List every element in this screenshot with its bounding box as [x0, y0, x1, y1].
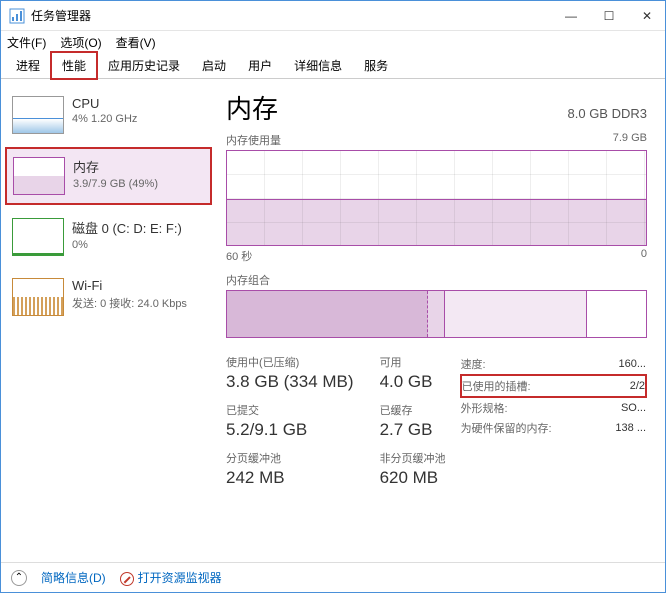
resmon-link[interactable]: 打开资源监视器: [120, 569, 222, 586]
usage-chart-label: 内存使用量: [226, 132, 281, 148]
resmon-label[interactable]: 打开资源监视器: [138, 571, 222, 585]
stat-committed-label: 已提交: [226, 402, 354, 418]
memory-thumb-icon: [13, 157, 65, 195]
stat-nonpaged-label: 非分页缓冲池: [380, 450, 446, 466]
memory-capacity: 8.0 GB DDR3: [568, 106, 647, 121]
comp-seg-free: [587, 291, 646, 337]
page-title: 内存: [226, 89, 278, 126]
sidebar-disk-title: 磁盘 0 (C: D: E: F:): [72, 218, 182, 237]
stat-available-label: 可用: [380, 354, 446, 370]
sidebar-memory-sub: 3.9/7.9 GB (49%): [73, 178, 158, 190]
main-panel: 内存 8.0 GB DDR3 内存使用量 7.9 GB 60 秒 0 内存组合 …: [216, 79, 665, 562]
stat-in-use-value: 3.8 GB (334 MB): [226, 372, 354, 392]
sidebar-item-cpu[interactable]: CPU 4% 1.20 GHz: [5, 87, 212, 143]
sidebar-item-wifi[interactable]: Wi-Fi 发送: 0 接收: 24.0 Kbps: [5, 269, 212, 325]
sidebar-wifi-title: Wi-Fi: [72, 278, 187, 293]
memory-usage-chart: [226, 150, 647, 246]
close-button[interactable]: ✕: [637, 9, 657, 23]
tab-startup[interactable]: 启动: [191, 52, 237, 78]
comp-seg-inuse: [227, 291, 428, 337]
row-hardware-reserved: 为硬件保留的内存: 138 ...: [461, 418, 646, 438]
tab-performance[interactable]: 性能: [51, 52, 97, 79]
tab-details[interactable]: 详细信息: [283, 52, 353, 78]
wifi-thumb-icon: [12, 278, 64, 316]
stat-available-value: 4.0 GB: [380, 372, 446, 392]
stat-nonpaged: 非分页缓冲池 620 MB: [380, 450, 446, 488]
stat-in-use: 使用中(已压缩) 3.8 GB (334 MB): [226, 354, 354, 392]
tab-services[interactable]: 服务: [353, 52, 399, 78]
row-slots: 已使用的插槽: 2/2: [461, 375, 646, 397]
sidebar-cpu-sub: 4% 1.20 GHz: [72, 113, 137, 125]
menu-file[interactable]: 文件(F): [7, 34, 46, 51]
stat-cached: 已缓存 2.7 GB: [380, 402, 446, 440]
stat-available: 可用 4.0 GB: [380, 354, 446, 392]
tab-processes[interactable]: 进程: [5, 52, 51, 78]
usage-chart-max: 7.9 GB: [613, 132, 647, 148]
sidebar-wifi-sub: 发送: 0 接收: 24.0 Kbps: [72, 295, 187, 311]
comp-seg-standby: [445, 291, 587, 337]
stat-paged-label: 分页缓冲池: [226, 450, 354, 466]
disk-thumb-icon: [12, 218, 64, 256]
form-label: 外形规格:: [461, 397, 600, 418]
reserved-label: 为硬件保留的内存:: [461, 418, 600, 438]
brief-info-link[interactable]: 简略信息(D): [41, 569, 106, 586]
stat-in-use-label: 使用中(已压缩): [226, 354, 354, 370]
sidebar-item-disk[interactable]: 磁盘 0 (C: D: E: F:) 0%: [5, 209, 212, 265]
row-speed: 速度: 160...: [461, 354, 646, 375]
menu-options[interactable]: 选项(O): [60, 34, 101, 51]
memory-details-table: 速度: 160... 已使用的插槽: 2/2 外形规格: SO... 为硬件保留…: [460, 354, 647, 488]
stat-paged: 分页缓冲池 242 MB: [226, 450, 354, 488]
resmon-icon: [120, 572, 134, 586]
memory-composition-chart: [226, 290, 647, 338]
time-axis-left: 60 秒: [226, 248, 252, 264]
menubar: 文件(F) 选项(O) 查看(V): [1, 31, 665, 53]
speed-value: 160...: [599, 354, 646, 375]
composition-label: 内存组合: [226, 272, 647, 288]
cpu-thumb-icon: [12, 96, 64, 134]
tabs: 进程 性能 应用历史记录 启动 用户 详细信息 服务: [1, 53, 665, 79]
speed-label: 速度:: [461, 354, 600, 375]
form-value: SO...: [599, 397, 646, 418]
stat-paged-value: 242 MB: [226, 468, 354, 488]
window-title: 任务管理器: [31, 7, 561, 24]
footer: ⌃ 简略信息(D) 打开资源监视器: [1, 562, 665, 592]
menu-view[interactable]: 查看(V): [116, 34, 156, 51]
comp-seg-modified: [428, 291, 445, 337]
titlebar: 任务管理器 — ☐ ✕: [1, 1, 665, 31]
sidebar-cpu-title: CPU: [72, 96, 137, 111]
stat-committed: 已提交 5.2/9.1 GB: [226, 402, 354, 440]
stat-nonpaged-value: 620 MB: [380, 468, 446, 488]
minimize-button[interactable]: —: [561, 9, 581, 23]
slots-label: 已使用的插槽:: [461, 375, 600, 397]
sidebar-memory-title: 内存: [73, 157, 158, 176]
stat-cached-value: 2.7 GB: [380, 420, 446, 440]
reserved-value: 138 ...: [599, 418, 646, 438]
expand-arrow-icon[interactable]: ⌃: [11, 570, 27, 586]
stat-committed-value: 5.2/9.1 GB: [226, 420, 354, 440]
stat-cached-label: 已缓存: [380, 402, 446, 418]
tab-users[interactable]: 用户: [237, 52, 283, 78]
app-icon: [9, 8, 25, 24]
slots-value: 2/2: [599, 375, 646, 397]
maximize-button[interactable]: ☐: [599, 9, 619, 23]
row-form-factor: 外形规格: SO...: [461, 397, 646, 418]
time-axis-right: 0: [641, 248, 647, 264]
sidebar-disk-sub: 0%: [72, 239, 182, 251]
sidebar: CPU 4% 1.20 GHz 内存 3.9/7.9 GB (49%) 磁盘 0…: [1, 79, 216, 562]
sidebar-item-memory[interactable]: 内存 3.9/7.9 GB (49%): [5, 147, 212, 205]
tab-app-history[interactable]: 应用历史记录: [97, 52, 191, 78]
